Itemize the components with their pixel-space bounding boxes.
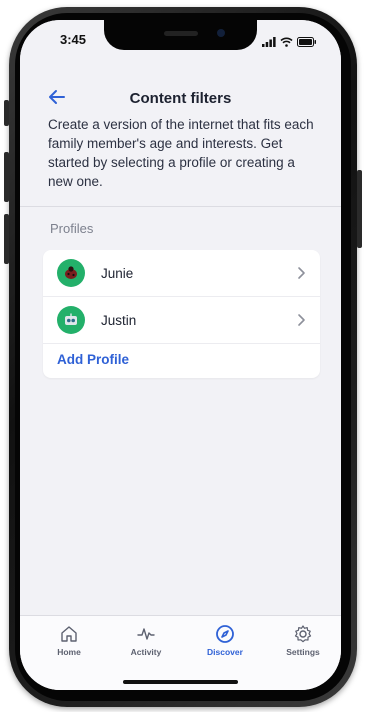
signal-icon	[262, 34, 276, 52]
phone-screen: Content filters Create a version of the …	[20, 20, 341, 690]
wifi-icon	[280, 34, 293, 52]
tab-discover[interactable]: Discover	[190, 624, 260, 657]
robot-avatar-icon	[57, 306, 85, 334]
home-icon	[61, 626, 77, 642]
profiles-section-label: Profiles	[50, 221, 94, 236]
profile-name: Junie	[101, 265, 134, 281]
row-divider	[43, 343, 320, 344]
home-indicator	[123, 680, 238, 684]
notch	[104, 20, 257, 50]
ladybug-avatar-icon	[57, 259, 85, 287]
page-title: Content filters	[129, 90, 232, 107]
profile-name: Justin	[101, 312, 137, 328]
tab-label: Settings	[286, 647, 320, 657]
gear-icon	[294, 625, 312, 643]
compass-icon	[216, 625, 234, 643]
tab-label: Activity	[130, 647, 162, 657]
tab-label: Home	[57, 647, 81, 657]
tab-settings[interactable]: Settings	[268, 624, 338, 657]
power-button	[357, 170, 362, 248]
profile-row-junie[interactable]: Junie	[43, 250, 320, 296]
chevron-right-icon	[296, 313, 306, 327]
activity-icon	[137, 628, 155, 640]
status-time: 3:45	[60, 32, 87, 47]
tab-label: Discover	[207, 647, 243, 657]
volume-up-button	[4, 152, 9, 202]
add-profile-button[interactable]: Add Profile	[57, 352, 129, 367]
profiles-card: Junie Justin Add Profile	[43, 250, 320, 378]
chevron-right-icon	[296, 266, 306, 280]
page-description: Create a version of the internet that fi…	[48, 117, 314, 189]
status-icons	[262, 34, 317, 52]
speaker-grille	[164, 31, 198, 36]
tab-activity[interactable]: Activity	[111, 624, 181, 657]
volume-down-button	[4, 214, 9, 264]
tab-bar: Home Activity Discover Settings	[20, 615, 341, 690]
battery-icon	[297, 34, 317, 52]
front-camera	[217, 29, 225, 37]
mute-switch	[4, 100, 9, 126]
tab-home[interactable]: Home	[34, 624, 104, 657]
profile-row-justin[interactable]: Justin	[43, 297, 320, 343]
